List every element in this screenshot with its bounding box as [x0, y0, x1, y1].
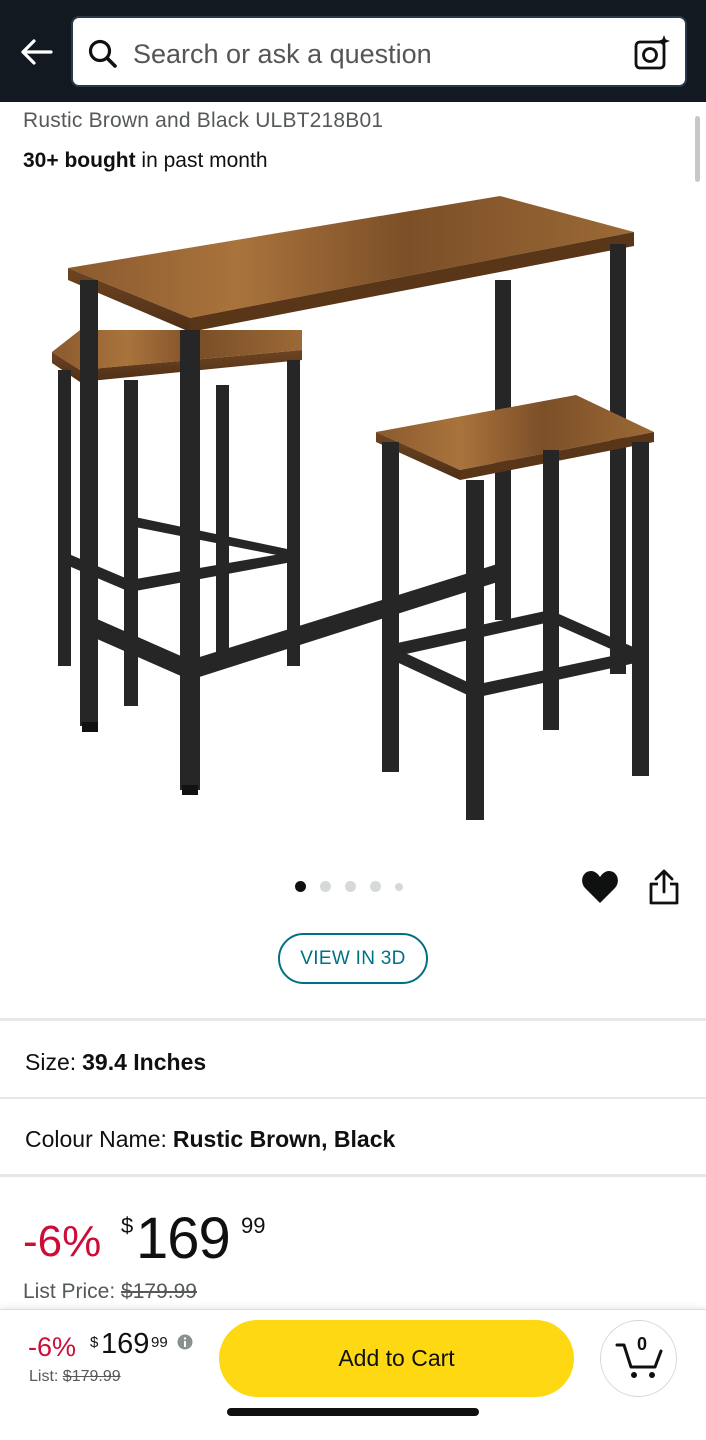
discount-percent: -6% — [23, 1217, 102, 1266]
colour-value: Rustic Brown, Black — [172, 1126, 396, 1152]
list-price-value: $179.99 — [121, 1280, 197, 1303]
bottom-list-value: $179.99 — [62, 1368, 121, 1385]
list-price-label: List Price: — [23, 1280, 116, 1303]
pagination-dot[interactable] — [320, 881, 331, 892]
arrow-left-icon — [21, 39, 53, 65]
heart-icon[interactable] — [581, 869, 619, 905]
pagination-dot[interactable] — [395, 882, 403, 891]
product-title[interactable]: Rustic Brown and Black ULBT218B01 — [23, 109, 383, 133]
bought-count: 30+ bought in past month — [23, 149, 268, 173]
colour-option[interactable]: Colour Name: Rustic Brown, Black — [25, 1126, 395, 1153]
search-icon — [88, 39, 117, 68]
bottom-price-fraction: 99 — [151, 1334, 168, 1351]
size-label: Size: — [25, 1049, 77, 1075]
scrollbar[interactable] — [695, 116, 700, 182]
home-indicator[interactable] — [227, 1408, 479, 1416]
pagination-dot[interactable] — [370, 881, 381, 892]
product-image[interactable] — [40, 180, 670, 830]
bottom-discount: -6% — [28, 1332, 77, 1362]
bought-count-rest: in past month — [135, 149, 268, 172]
price-currency: $ — [121, 1213, 134, 1238]
colour-label: Colour Name: — [25, 1126, 167, 1152]
bottom-list-price: List: $179.99 — [29, 1368, 121, 1386]
pagination-dot[interactable] — [345, 881, 356, 892]
info-icon[interactable] — [177, 1334, 193, 1350]
cart-button[interactable]: 0 — [600, 1320, 677, 1397]
section-divider — [0, 1097, 706, 1099]
image-pagination[interactable] — [295, 881, 403, 892]
bottom-price-whole: 169 — [101, 1328, 150, 1360]
search-input[interactable] — [133, 36, 613, 72]
add-to-cart-button[interactable]: Add to Cart — [219, 1320, 574, 1397]
bottom-currency: $ — [90, 1334, 99, 1351]
sticky-buy-bar: -6% $ 169 99 List: $179.99 Add to Cart 0 — [0, 1309, 706, 1440]
list-price: List Price: $179.99 — [23, 1280, 197, 1304]
view-in-3d-button[interactable]: VIEW IN 3D — [278, 933, 428, 984]
price-whole: 169 — [136, 1206, 231, 1271]
back-button[interactable] — [14, 30, 58, 74]
size-value: 39.4 Inches — [82, 1049, 207, 1075]
top-header — [0, 0, 706, 102]
price-fraction: 99 — [241, 1213, 266, 1238]
cart-count: 0 — [637, 1334, 648, 1354]
camera-lens-icon[interactable] — [633, 34, 671, 72]
bought-count-bold: 30+ bought — [23, 149, 136, 172]
size-option[interactable]: Size: 39.4 Inches — [25, 1049, 206, 1076]
search-bar[interactable] — [71, 16, 687, 87]
share-icon[interactable] — [648, 868, 680, 906]
pagination-dot[interactable] — [295, 881, 306, 892]
section-divider — [0, 1018, 706, 1021]
bottom-list-label: List: — [29, 1368, 59, 1385]
section-divider — [0, 1174, 706, 1177]
